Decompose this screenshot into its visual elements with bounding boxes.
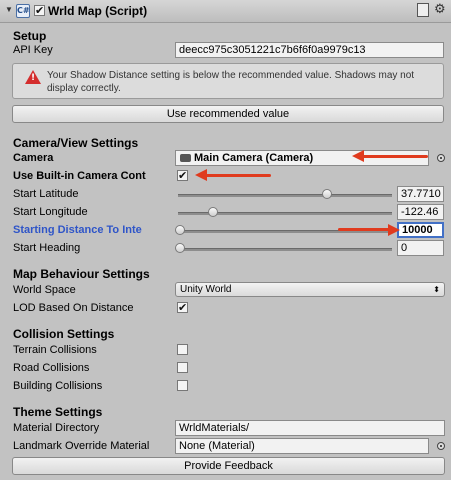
api-key-label: API Key <box>13 44 53 56</box>
landmark-material-label: Landmark Override Material <box>13 440 150 452</box>
provide-feedback-button[interactable]: Provide Feedback <box>12 457 445 475</box>
start-longitude-slider-thumb[interactable] <box>208 207 218 217</box>
gear-icon[interactable]: ⚙ <box>434 2 446 17</box>
builtin-camera-label: Use Built-in Camera Cont <box>13 170 146 182</box>
builtin-camera-checkbox[interactable]: ✔ <box>177 170 188 181</box>
book-icon[interactable] <box>417 3 429 17</box>
dropdown-arrows-icon: ⬍ <box>433 285 440 294</box>
building-collisions-label: Building Collisions <box>13 380 103 392</box>
landmark-material-picker-icon[interactable] <box>437 442 445 450</box>
fold-triangle-icon[interactable]: ▼ <box>5 5 13 14</box>
start-latitude-slider-thumb[interactable] <box>322 189 332 199</box>
landmark-material-field[interactable]: None (Material) <box>175 438 429 454</box>
annotation-arrow-distance <box>338 228 390 231</box>
lod-label: LOD Based On Distance <box>13 302 134 314</box>
use-recommended-button[interactable]: Use recommended value <box>12 105 444 123</box>
road-collisions-checkbox[interactable] <box>177 362 188 373</box>
camera-label: Camera <box>13 152 54 164</box>
road-collisions-label: Road Collisions <box>13 362 90 374</box>
world-space-label: World Space <box>13 284 76 296</box>
world-space-value: Unity World <box>180 284 232 295</box>
material-directory-field[interactable]: WrldMaterials/ <box>175 420 445 436</box>
camera-picker-icon[interactable] <box>437 154 445 162</box>
start-heading-field[interactable]: 0 <box>397 240 444 256</box>
warning-icon: ! <box>25 70 41 84</box>
start-heading-label: Start Heading <box>13 242 81 254</box>
lod-checkbox[interactable]: ✔ <box>177 302 188 313</box>
camera-object-field[interactable]: Main Camera (Camera) <box>175 150 429 166</box>
api-key-field[interactable]: deecc975c3051221c7b6f6f0a9979c13 <box>175 42 444 58</box>
start-latitude-slider-track[interactable] <box>178 194 392 197</box>
building-collisions-checkbox[interactable] <box>177 380 188 391</box>
material-directory-label: Material Directory <box>13 422 100 434</box>
theme-heading: Theme Settings <box>13 405 103 419</box>
camera-value: Main Camera (Camera) <box>194 152 314 164</box>
camera-settings-heading: Camera/View Settings <box>13 136 139 150</box>
start-longitude-label: Start Longitude <box>13 206 88 218</box>
component-enabled-checkbox[interactable]: ✔ <box>34 5 45 16</box>
terrain-collisions-checkbox[interactable] <box>177 344 188 355</box>
start-heading-slider-track[interactable] <box>178 248 392 251</box>
annotation-arrow-builtin <box>195 169 271 181</box>
csharp-script-icon: C# <box>16 4 30 18</box>
component-title: Wrld Map (Script) <box>48 4 148 18</box>
world-space-dropdown[interactable]: Unity World ⬍ <box>175 282 445 297</box>
start-longitude-field[interactable]: -122.46 <box>397 204 444 220</box>
terrain-collisions-label: Terrain Collisions <box>13 344 97 356</box>
camera-icon <box>180 154 191 163</box>
annotation-arrow-camera <box>352 150 428 162</box>
setup-heading: Setup <box>13 29 47 43</box>
starting-distance-slider-thumb[interactable] <box>175 225 185 235</box>
start-heading-slider-thumb[interactable] <box>175 243 185 253</box>
start-latitude-field[interactable]: 37.7710 <box>397 186 444 202</box>
start-latitude-label: Start Latitude <box>13 188 79 200</box>
map-behaviour-heading: Map Behaviour Settings <box>13 267 150 281</box>
starting-distance-label: Starting Distance To Inte <box>13 224 142 236</box>
collision-heading: Collision Settings <box>13 327 115 341</box>
shadow-warning-text: Your Shadow Distance setting is below th… <box>47 70 415 94</box>
starting-distance-field[interactable]: 10000 <box>397 222 444 238</box>
